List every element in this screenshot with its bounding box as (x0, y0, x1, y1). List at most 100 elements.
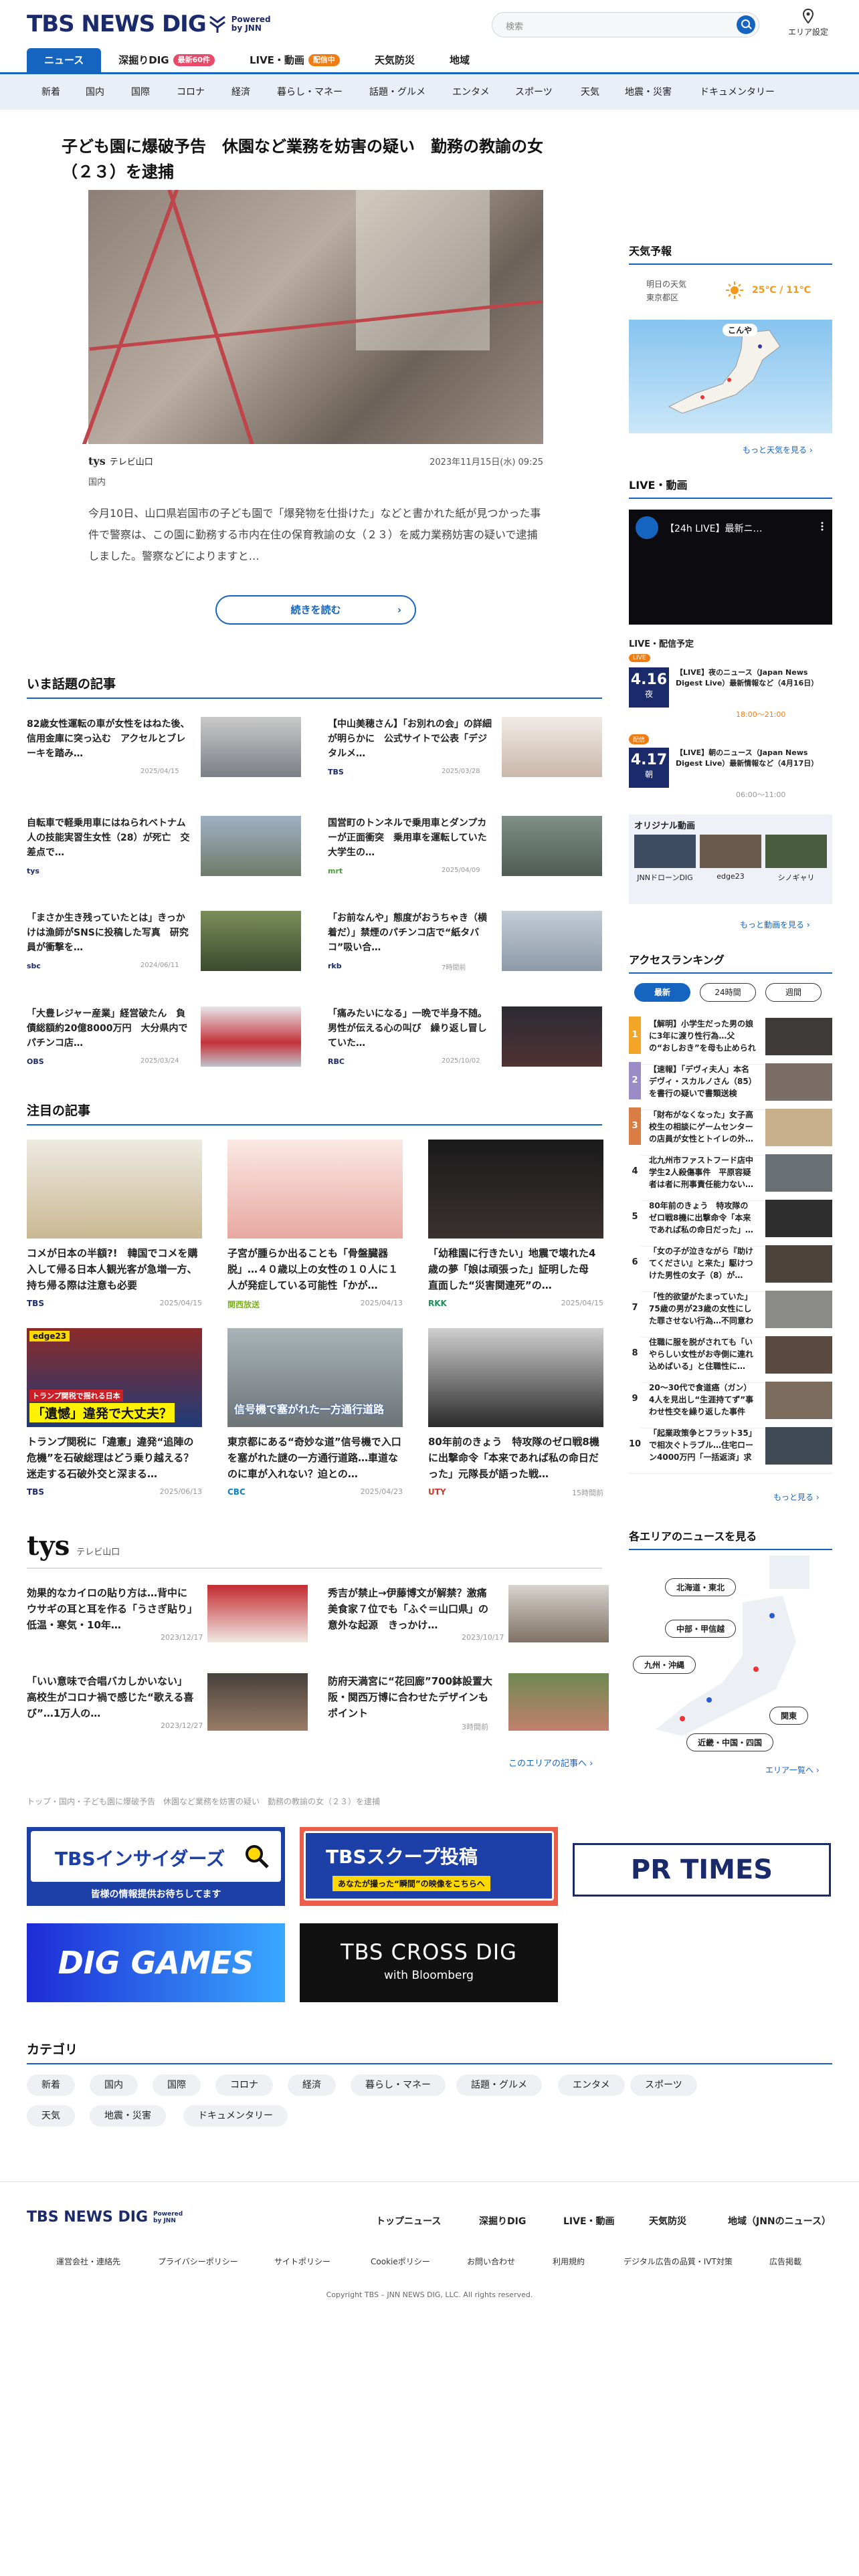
featured-card[interactable]: コメが日本の半額?! 韓国でコメを購入して帰る日本人観光客が急増一方、持ち帰る際… (27, 1140, 202, 1308)
live-schedule-item[interactable]: 配信 4.17 朝 【LIVE】朝のニュース（Japan News Digest … (629, 734, 832, 808)
ranking-item[interactable]: 8 住職に服を脱がされても「いやらしい女性がお寺側に連れ込めばいる」と住職性に… (629, 1335, 832, 1383)
search-box[interactable]: 検索 (492, 12, 759, 37)
scoop-banner[interactable]: TBSスクープ投稿 あなたが撮った“瞬間”の映像をこちらへ (300, 1827, 558, 1906)
featured-card[interactable]: 「幼稚園に行きたい」地震で壊れた4歳の夢「娘は頑張った」証明した母 直面した“災… (428, 1140, 603, 1308)
live-video-player[interactable]: 【24h LIVE】最新ニ… (629, 510, 832, 625)
category-link[interactable]: コロナ (177, 85, 205, 98)
category-link[interactable]: 地震・災害 (625, 85, 672, 98)
ranking-item[interactable]: 6 「女の子が泣きながら『助けてください』と来た」駆けつけた男性の女子（8）が… (629, 1244, 832, 1292)
category-link[interactable]: 話題・グルメ (369, 85, 425, 98)
footer-link[interactable]: 天気防災 (649, 2214, 686, 2228)
tab-news[interactable]: ニュース (27, 48, 102, 72)
category-link[interactable]: 天気 (581, 85, 599, 98)
tys-more-link[interactable]: このエリアの記事へ › (508, 1756, 593, 1769)
weather-more-link[interactable]: もっと天気を見る › (743, 444, 813, 455)
video-more-link[interactable]: もっと動画を見る › (740, 919, 810, 930)
category-pill[interactable]: スポーツ (630, 2074, 697, 2096)
topic-item[interactable]: 【中山美穂さん】「お別れの会」の詳細が明らかに 公式サイトで公表「デジタルメ… T… (328, 717, 602, 784)
footer-logo[interactable]: TBS NEWS DIG Powered by JNN (27, 2209, 183, 2226)
region-more-link[interactable]: エリア一覧へ › (765, 1764, 820, 1776)
breadcrumb[interactable]: トップ・国内・子ども園に爆破予告 休園など業務を妨害の疑い 勤務の教諭の女（２３… (27, 1796, 380, 1807)
category-link[interactable]: 国際 (131, 85, 150, 98)
read-more-button[interactable]: 続きを読む › (215, 595, 416, 625)
category-link[interactable]: スポーツ (515, 85, 553, 98)
footer-sublink[interactable]: デジタル広告の品質・IVT対策 (624, 2256, 733, 2267)
region-button-kanto[interactable]: 関東 (769, 1707, 809, 1725)
featured-card[interactable]: 80年前のきょう 特攻隊のゼロ戦8機に出撃命令「本来であれば私の命日だった」元隊… (428, 1328, 603, 1497)
category-pill[interactable]: 暮らし・マネー (351, 2074, 446, 2096)
ranking-item[interactable]: 4 北九州市ファストフード店中学生2人殺傷事件 平原容疑者は者に刑事責任能力ない… (629, 1153, 832, 1201)
ranking-item[interactable]: 9 20～30代で食道癌（ガン）4人を見出し“生涯持てず”事わせ性交を繰り返した事… (629, 1380, 832, 1428)
footer-sublink[interactable]: サイトポリシー (274, 2256, 330, 2267)
topic-item[interactable]: 「まさか生き残っていたとは」きっかけは漁師がSNSに投稿した写真 研究員が衝撃を… (27, 911, 301, 978)
category-pill[interactable]: 国内 (90, 2074, 138, 2096)
ranking-item[interactable]: 2 【速報】「デヴィ夫人」本名デヴィ・スカルノさん（85）を書行の疑いで書類送検 … (629, 1062, 832, 1110)
article-source[interactable]: tys テレビ山口 (88, 455, 153, 467)
category-link[interactable]: 経済 (231, 85, 250, 98)
category-pill[interactable]: ドキュメンタリー (183, 2105, 288, 2127)
weather-map[interactable]: こんや (629, 320, 832, 433)
tys-item[interactable]: 「いい意味で合唱バカしかいない」高校生がコロナ禍で感じた“歌える喜び”…1万人の… (27, 1673, 308, 1740)
region-button-kyushu[interactable]: 九州・沖縄 (633, 1656, 696, 1674)
category-pill[interactable]: 話題・グルメ (456, 2074, 542, 2096)
article-category[interactable]: 国内 (88, 475, 106, 488)
topic-item[interactable]: 「お前なんや」態度がおうちゃき（横着だ）」禁煙のパチンコ店で“紙タバコ”吸い合…… (328, 911, 602, 978)
ranking-item[interactable]: 3 「財布がなくなった」女子高校生の相談にゲームセンターの店員が女性とトイレの外… (629, 1107, 832, 1156)
tys-section-logo[interactable]: tys テレビ山口 (27, 1530, 120, 1562)
footer-link[interactable]: LIVE・動画 (563, 2214, 615, 2228)
category-pill[interactable]: 地震・災害 (90, 2105, 166, 2127)
featured-card[interactable]: 子宮が腫らか出ることも「骨盤臓器脱」…４０歳以上の女性の１０人に１人が発症してい… (227, 1140, 403, 1310)
featured-card[interactable]: 信号機で塞がれた一方通行道路 東京都にある“奇妙な道”信号機で入口を塞がれた謎の… (227, 1328, 403, 1497)
region-button-chubu[interactable]: 中部・甲信越 (665, 1620, 737, 1638)
category-link[interactable]: 暮らし・マネー (277, 85, 343, 98)
footer-sublink[interactable]: 広告掲載 (769, 2256, 801, 2267)
original-thumb[interactable] (634, 835, 696, 868)
ranking-item[interactable]: 10 「起業政策争とフラット35」で相次ぐトラブル…住宅ローン4000万円「一括返… (629, 1426, 832, 1474)
tys-item[interactable]: 防府天満宮に“花回廊”700鉢設置大阪・関西万博に合わせたデザインもポイント 3時… (328, 1673, 609, 1740)
original-thumb[interactable] (765, 835, 827, 868)
footer-sublink[interactable]: 運営会社・連絡先 (56, 2256, 120, 2267)
topic-item[interactable]: 国営町のトンネルで乗用車とダンプカーが正面衝突 乗用車を運転していた大学生の… m… (328, 816, 602, 883)
footer-sublink[interactable]: 利用規約 (553, 2256, 585, 2267)
tys-item[interactable]: 秀吉が禁止→伊藤博文が解禁？激痛美食家７位でも「ふぐ＝山口県」の意外な起源 きっ… (328, 1585, 609, 1652)
footer-sublink[interactable]: Cookieポリシー (371, 2256, 430, 2267)
tab-weather[interactable]: 天気防災 (357, 48, 432, 72)
insiders-banner[interactable]: TBSインサイダーズ 皆様の情報提供お待ちしてます (27, 1827, 285, 1906)
category-link[interactable]: 国内 (86, 85, 104, 98)
original-thumb[interactable] (700, 835, 761, 868)
topic-item[interactable]: 「痛みたいになる」一晩で半身不随。男性が伝える心の叫び 繰り返し冒していた… RB… (328, 1006, 602, 1073)
ranking-tab-latest[interactable]: 最新 (634, 983, 690, 1002)
region-button-kinki[interactable]: 近畿・中国・四国 (686, 1733, 774, 1751)
live-schedule-item[interactable]: LIVE 4.16 夜 【LIVE】夜のニュース（Japan News Diges… (629, 654, 832, 728)
category-pill[interactable]: 天気 (27, 2105, 75, 2127)
ranking-more-link[interactable]: もっと見る › (773, 1491, 820, 1503)
region-button-hokkaido-tohoku[interactable]: 北海道・東北 (665, 1578, 737, 1596)
cross-dig-banner[interactable]: TBS CROSS DIG with Bloomberg (300, 1923, 558, 2002)
footer-link[interactable]: 深掘りDIG (479, 2214, 526, 2228)
dig-games-banner[interactable]: DIG GAMES (27, 1923, 285, 2002)
category-pill[interactable]: 経済 (288, 2074, 336, 2096)
category-pill[interactable]: エンタメ (558, 2074, 625, 2096)
category-link[interactable]: エンタメ (452, 85, 490, 98)
topic-item[interactable]: 82歳女性運転の車が女性をはねた後、信用金庫に突っ込む アクセルとブレーキを踏み… (27, 717, 301, 784)
tab-live[interactable]: LIVE・動画 配信中 (232, 48, 357, 72)
search-icon[interactable] (737, 15, 755, 34)
tys-item[interactable]: 効果的なカイロの貼り方は…背中にウサギの耳と耳を作る「うさぎ貼り」 低温・寒気・… (27, 1585, 308, 1652)
more-vertical-icon[interactable] (818, 522, 827, 531)
area-setting[interactable]: エリア設定 (781, 8, 835, 37)
tab-deepdig[interactable]: 深掘りDIG 最新60件 (101, 48, 232, 72)
ranking-tab-24h[interactable]: 24時間 (700, 983, 756, 1002)
ranking-item[interactable]: 7 「性的欲望がたまっていた」75歳の男が23歳の女性にした罪させない行為…不同意… (629, 1289, 832, 1337)
category-link[interactable]: ドキュメンタリー (700, 85, 775, 98)
tab-region[interactable]: 地域 (432, 48, 487, 72)
category-link[interactable]: 新着 (41, 85, 60, 98)
topic-item[interactable]: 自転車で軽乗用車にはねられベトナム人の技能実習生女性（28）が死亡 交差点で… t… (27, 816, 301, 883)
ranking-tab-week[interactable]: 週間 (765, 983, 822, 1002)
footer-link[interactable]: 地域（JNNのニュース） (728, 2214, 831, 2228)
search-input[interactable]: 検索 (506, 19, 523, 32)
category-pill[interactable]: 新着 (27, 2074, 75, 2096)
ranking-item[interactable]: 1【解明】小学生だった男の娘に3年に渡り性行為…父の“おしおき”を母も止められず… (629, 1016, 832, 1065)
weather-summary[interactable]: 明日の天気 東京都区 25℃ / 11℃ (629, 270, 832, 313)
featured-card[interactable]: edge23 トランプ関税で揺れる日本 「遺憾」違発で大丈夫？ トランプ関税に「… (27, 1328, 202, 1497)
site-logo[interactable]: TBS NEWS DIG Powered by JNN (27, 11, 271, 37)
